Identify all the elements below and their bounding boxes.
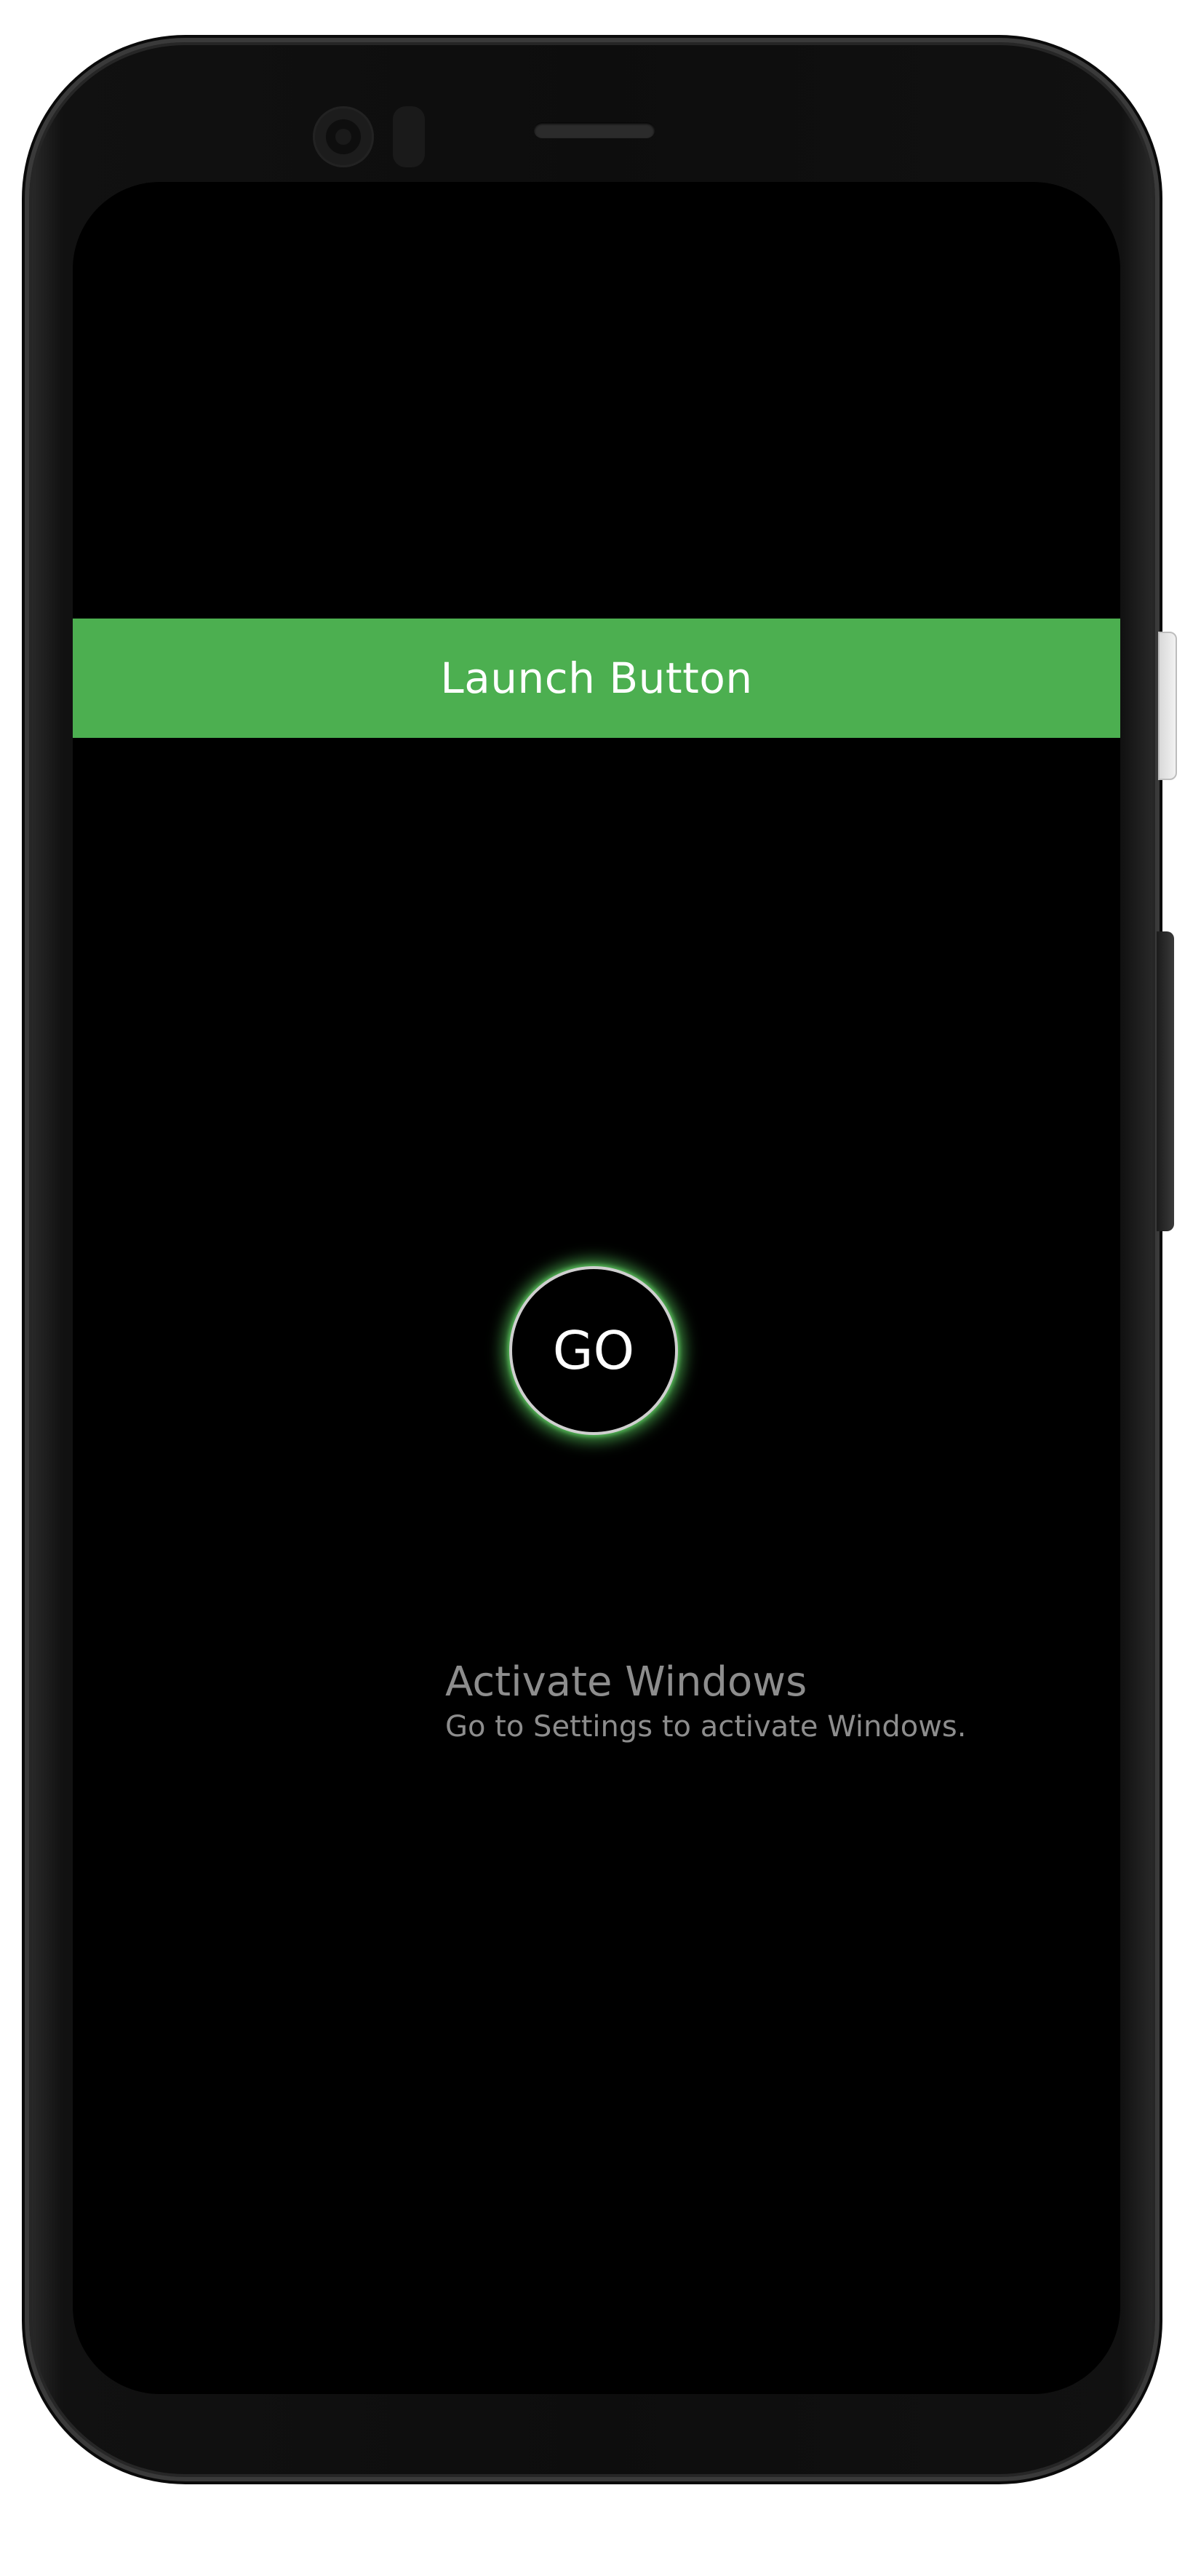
- launch-button[interactable]: Launch Button: [73, 619, 1120, 738]
- watermark-subtitle: Go to Settings to activate Windows.: [445, 1710, 967, 1744]
- front-camera-icon: [313, 106, 374, 167]
- watermark-title: Activate Windows: [445, 1658, 807, 1706]
- proximity-sensor: [393, 106, 425, 167]
- screenshot-stage: Launch Button GO Activate Windows Go to …: [0, 0, 1193, 2576]
- earpiece-speaker: [534, 122, 655, 138]
- device-screen: Launch Button GO: [73, 182, 1120, 2394]
- power-button: [1158, 632, 1177, 780]
- activate-windows-watermark: Activate Windows Go to Settings to activ…: [445, 1658, 966, 1746]
- go-button[interactable]: GO: [509, 1266, 678, 1435]
- volume-button: [1157, 931, 1174, 1231]
